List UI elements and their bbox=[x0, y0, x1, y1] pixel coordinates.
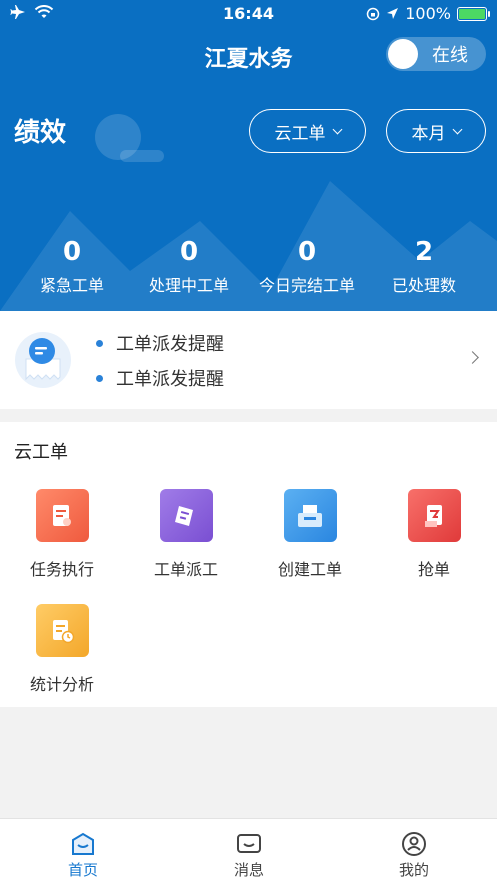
location-icon bbox=[387, 8, 399, 19]
period-value: 本月 bbox=[411, 123, 446, 144]
decorative-bar bbox=[120, 150, 164, 162]
reminder-text: 工单派发提醒 bbox=[116, 334, 224, 355]
stat-value: 0 bbox=[62, 237, 82, 267]
tile-create-order[interactable]: 创建工单 bbox=[248, 489, 372, 580]
create-order-icon bbox=[283, 489, 337, 542]
toggle-knob bbox=[388, 39, 418, 69]
cloud-orders-panel: 云工单 任务执行 工单派工 创建工单 抢单 统计分析 bbox=[0, 422, 497, 707]
statistics-icon bbox=[35, 604, 89, 657]
tab-home[interactable]: 首页 bbox=[0, 819, 166, 883]
order-type-select[interactable]: 云工单 bbox=[249, 109, 366, 153]
stat-urgent[interactable]: 0 紧急工单 bbox=[10, 236, 134, 296]
tile-task-execute[interactable]: 任务执行 bbox=[0, 489, 124, 580]
bullet-dot bbox=[96, 339, 103, 347]
task-execute-icon bbox=[35, 489, 89, 542]
chevron-right-icon bbox=[466, 351, 479, 364]
tab-profile[interactable]: 我的 bbox=[331, 819, 497, 883]
tab-label: 我的 bbox=[398, 861, 429, 879]
reminder-text: 工单派发提醒 bbox=[116, 369, 224, 390]
battery-percent: 100% bbox=[405, 4, 451, 23]
period-select[interactable]: 本月 bbox=[386, 109, 486, 153]
reminder-item: 工单派发提醒 bbox=[96, 365, 224, 391]
chevron-down-icon bbox=[452, 124, 462, 134]
tab-bar: 首页 消息 我的 bbox=[0, 818, 497, 883]
performance-title: 绩效 bbox=[14, 118, 67, 148]
reminder-item: 工单派发提醒 bbox=[96, 330, 224, 356]
online-label: 在线 bbox=[432, 45, 468, 66]
header: 16:44 100% 江夏水务 在线 绩效 云工单 本月 0 紧急工单 0 处理… bbox=[0, 0, 497, 311]
home-icon bbox=[72, 832, 94, 855]
bullet-dot bbox=[96, 374, 103, 382]
reminder-card[interactable]: 工单派发提醒 工单派发提醒 bbox=[0, 311, 497, 409]
online-toggle[interactable]: 在线 bbox=[386, 37, 486, 71]
tab-label: 首页 bbox=[67, 861, 98, 879]
tile-statistics[interactable]: 统计分析 bbox=[0, 604, 124, 695]
tab-messages[interactable]: 消息 bbox=[166, 819, 332, 883]
stat-value: 0 bbox=[297, 237, 317, 267]
tile-label: 统计分析 bbox=[29, 675, 94, 694]
tile-label: 工单派工 bbox=[153, 560, 218, 579]
stat-label: 已处理数 bbox=[391, 276, 456, 295]
grab-order-icon bbox=[407, 489, 461, 542]
stat-label: 紧急工单 bbox=[39, 276, 104, 295]
tile-label: 创建工单 bbox=[277, 560, 342, 579]
message-icon bbox=[237, 834, 261, 853]
stat-completed-today[interactable]: 0 今日完结工单 bbox=[245, 236, 369, 296]
tile-label: 抢单 bbox=[417, 560, 450, 579]
stat-label: 处理中工单 bbox=[148, 276, 229, 295]
chevron-down-icon bbox=[332, 124, 342, 134]
notification-bubble-icon bbox=[15, 332, 71, 388]
stat-label: 今日完结工单 bbox=[258, 276, 355, 295]
tile-grab-order[interactable]: 抢单 bbox=[372, 489, 496, 580]
tile-label: 任务执行 bbox=[29, 560, 94, 579]
battery-icon bbox=[457, 6, 490, 21]
tile-order-dispatch[interactable]: 工单派工 bbox=[124, 489, 248, 580]
order-type-value: 云工单 bbox=[274, 123, 326, 144]
profile-icon bbox=[402, 832, 426, 856]
section-title: 云工单 bbox=[14, 442, 68, 463]
stat-value: 0 bbox=[179, 237, 199, 267]
status-bar: 16:44 100% bbox=[0, 0, 497, 28]
stat-in-progress[interactable]: 0 处理中工单 bbox=[127, 236, 251, 296]
tab-label: 消息 bbox=[233, 861, 264, 879]
orientation-lock-icon bbox=[367, 7, 380, 20]
order-dispatch-icon bbox=[159, 489, 213, 542]
stat-processed[interactable]: 2 已处理数 bbox=[362, 236, 486, 296]
stat-value: 2 bbox=[414, 237, 434, 267]
